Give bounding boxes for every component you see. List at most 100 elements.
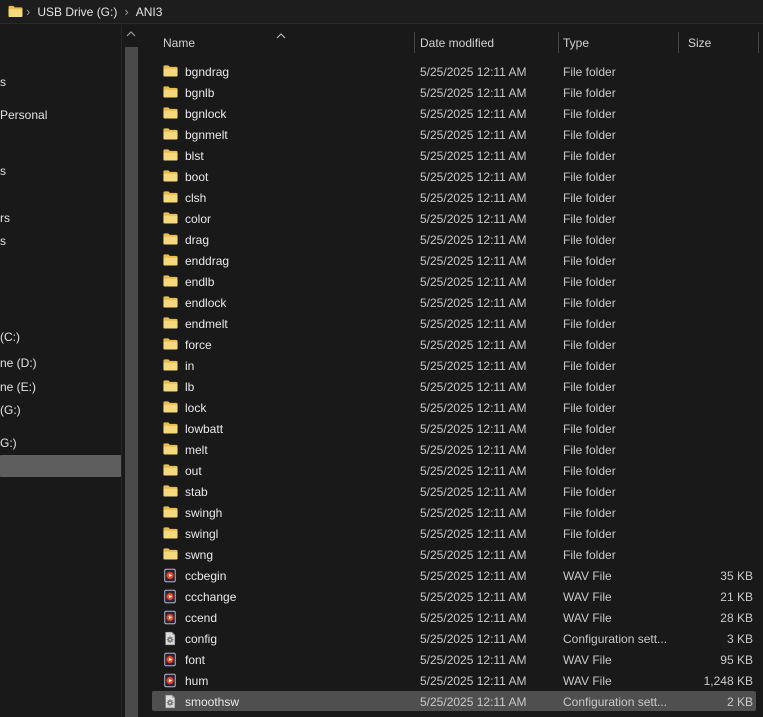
file-type: File folder — [563, 527, 616, 541]
nav-scrollbar[interactable] — [122, 25, 140, 717]
breadcrumb-chevron-icon: › — [26, 7, 30, 17]
sidebar-item[interactable]: rs — [0, 211, 10, 225]
file-row[interactable]: bgndrag5/25/2025 12:11 AMFile folder — [141, 61, 763, 82]
file-type: WAV File — [563, 569, 612, 583]
breadcrumb-segment-folder[interactable]: ANI3 — [136, 5, 163, 19]
file-name: font — [185, 653, 205, 667]
file-name: drag — [185, 233, 209, 247]
file-row[interactable]: drag5/25/2025 12:11 AMFile folder — [141, 229, 763, 250]
sidebar-item[interactable]: (G:) — [0, 403, 21, 417]
file-date-modified: 5/25/2025 12:11 AM — [420, 107, 527, 121]
file-row[interactable]: lock5/25/2025 12:11 AMFile folder — [141, 397, 763, 418]
file-row[interactable]: swingl5/25/2025 12:11 AMFile folder — [141, 523, 763, 544]
file-row[interactable]: lowbatt5/25/2025 12:11 AMFile folder — [141, 418, 763, 439]
file-name: ccbegin — [185, 569, 226, 583]
file-row[interactable]: ccbegin5/25/2025 12:11 AMWAV File35 KB — [141, 565, 763, 586]
file-type: File folder — [563, 233, 616, 247]
file-name: swng — [185, 548, 213, 562]
file-type: File folder — [563, 149, 616, 163]
file-type: File folder — [563, 254, 616, 268]
column-header-type[interactable]: Type — [563, 36, 589, 50]
file-row[interactable]: bgnlock5/25/2025 12:11 AMFile folder — [141, 103, 763, 124]
file-row[interactable]: hum5/25/2025 12:11 AMWAV File1,248 KB — [141, 670, 763, 691]
file-row[interactable]: smoothsw5/25/2025 12:11 AMConfiguration … — [141, 691, 763, 712]
file-name: bgnlock — [185, 107, 226, 121]
file-name: force — [185, 338, 212, 352]
scrollbar-thumb[interactable] — [125, 47, 138, 717]
folder-icon — [163, 379, 178, 394]
file-name: stab — [185, 485, 208, 499]
file-row[interactable]: stab5/25/2025 12:11 AMFile folder — [141, 481, 763, 502]
sidebar-item-selected[interactable] — [0, 455, 121, 477]
file-row[interactable]: enddrag5/25/2025 12:11 AMFile folder — [141, 250, 763, 271]
column-header-row: Name Date modified Type Size — [141, 28, 763, 56]
file-date-modified: 5/25/2025 12:11 AM — [420, 317, 527, 331]
file-date-modified: 5/25/2025 12:11 AM — [420, 359, 527, 373]
file-row[interactable]: swng5/25/2025 12:11 AMFile folder — [141, 544, 763, 565]
file-type: File folder — [563, 170, 616, 184]
folder-icon — [163, 484, 178, 499]
file-row[interactable]: bgnmelt5/25/2025 12:11 AMFile folder — [141, 124, 763, 145]
file-row[interactable]: endlb5/25/2025 12:11 AMFile folder — [141, 271, 763, 292]
folder-icon — [163, 85, 178, 100]
breadcrumb-chevron-icon: › — [124, 7, 128, 17]
file-row[interactable]: boot5/25/2025 12:11 AMFile folder — [141, 166, 763, 187]
sidebar-item[interactable]: s — [0, 234, 6, 248]
file-row[interactable]: endmelt5/25/2025 12:11 AMFile folder — [141, 313, 763, 334]
wav-file-icon — [163, 652, 178, 667]
file-row[interactable]: clsh5/25/2025 12:11 AMFile folder — [141, 187, 763, 208]
folder-icon — [163, 505, 178, 520]
file-size: 28 KB — [720, 611, 753, 625]
file-size: 95 KB — [720, 653, 753, 667]
file-row[interactable]: swingh5/25/2025 12:11 AMFile folder — [141, 502, 763, 523]
file-name: swingl — [185, 527, 218, 541]
sidebar-item[interactable]: ne (E:) — [0, 380, 36, 394]
file-size: 1,248 KB — [704, 674, 753, 688]
column-header-name[interactable]: Name — [163, 36, 195, 50]
breadcrumb-segment-drive[interactable]: USB Drive (G:) — [37, 5, 117, 19]
file-type: File folder — [563, 443, 616, 457]
folder-icon — [163, 190, 178, 205]
file-size: 35 KB — [720, 569, 753, 583]
file-name: blst — [185, 149, 204, 163]
sidebar-item[interactable]: s — [0, 75, 6, 89]
wav-file-icon — [163, 568, 178, 583]
file-date-modified: 5/25/2025 12:11 AM — [420, 653, 527, 667]
file-row[interactable]: melt5/25/2025 12:11 AMFile folder — [141, 439, 763, 460]
file-row[interactable]: in5/25/2025 12:11 AMFile folder — [141, 355, 763, 376]
file-row[interactable]: font5/25/2025 12:11 AMWAV File95 KB — [141, 649, 763, 670]
file-row[interactable]: bgnlb5/25/2025 12:11 AMFile folder — [141, 82, 763, 103]
config-file-icon — [163, 694, 178, 709]
file-type: File folder — [563, 380, 616, 394]
file-row[interactable]: force5/25/2025 12:11 AMFile folder — [141, 334, 763, 355]
file-type: File folder — [563, 338, 616, 352]
file-name: melt — [185, 443, 208, 457]
column-resize-handle[interactable] — [558, 32, 559, 53]
file-row[interactable]: ccend5/25/2025 12:11 AMWAV File28 KB — [141, 607, 763, 628]
column-header-date-modified[interactable]: Date modified — [420, 36, 494, 50]
file-row[interactable]: lb5/25/2025 12:11 AMFile folder — [141, 376, 763, 397]
file-row[interactable]: blst5/25/2025 12:11 AMFile folder — [141, 145, 763, 166]
folder-icon — [163, 547, 178, 562]
folder-icon — [163, 526, 178, 541]
sidebar-item[interactable]: ne (D:) — [0, 356, 37, 370]
sidebar-item[interactable]: (C:) — [0, 330, 20, 344]
scrollbar-up-button[interactable] — [122, 27, 140, 41]
sidebar-item[interactable]: G:) — [0, 436, 17, 450]
column-resize-handle[interactable] — [758, 32, 759, 53]
sidebar-item[interactable]: s — [0, 164, 6, 178]
file-row[interactable]: color5/25/2025 12:11 AMFile folder — [141, 208, 763, 229]
file-date-modified: 5/25/2025 12:11 AM — [420, 611, 527, 625]
chevron-up-icon — [126, 31, 136, 37]
file-name: bgnlb — [185, 86, 214, 100]
column-header-size[interactable]: Size — [688, 36, 711, 50]
folder-icon — [163, 421, 178, 436]
file-row[interactable]: ccchange5/25/2025 12:11 AMWAV File21 KB — [141, 586, 763, 607]
file-row[interactable]: config5/25/2025 12:11 AMConfiguration se… — [141, 628, 763, 649]
folder-icon — [163, 295, 178, 310]
file-row[interactable]: out5/25/2025 12:11 AMFile folder — [141, 460, 763, 481]
column-resize-handle[interactable] — [678, 32, 679, 53]
column-resize-handle[interactable] — [414, 32, 415, 53]
file-row[interactable]: endlock5/25/2025 12:11 AMFile folder — [141, 292, 763, 313]
sidebar-item[interactable]: Personal — [0, 108, 47, 122]
